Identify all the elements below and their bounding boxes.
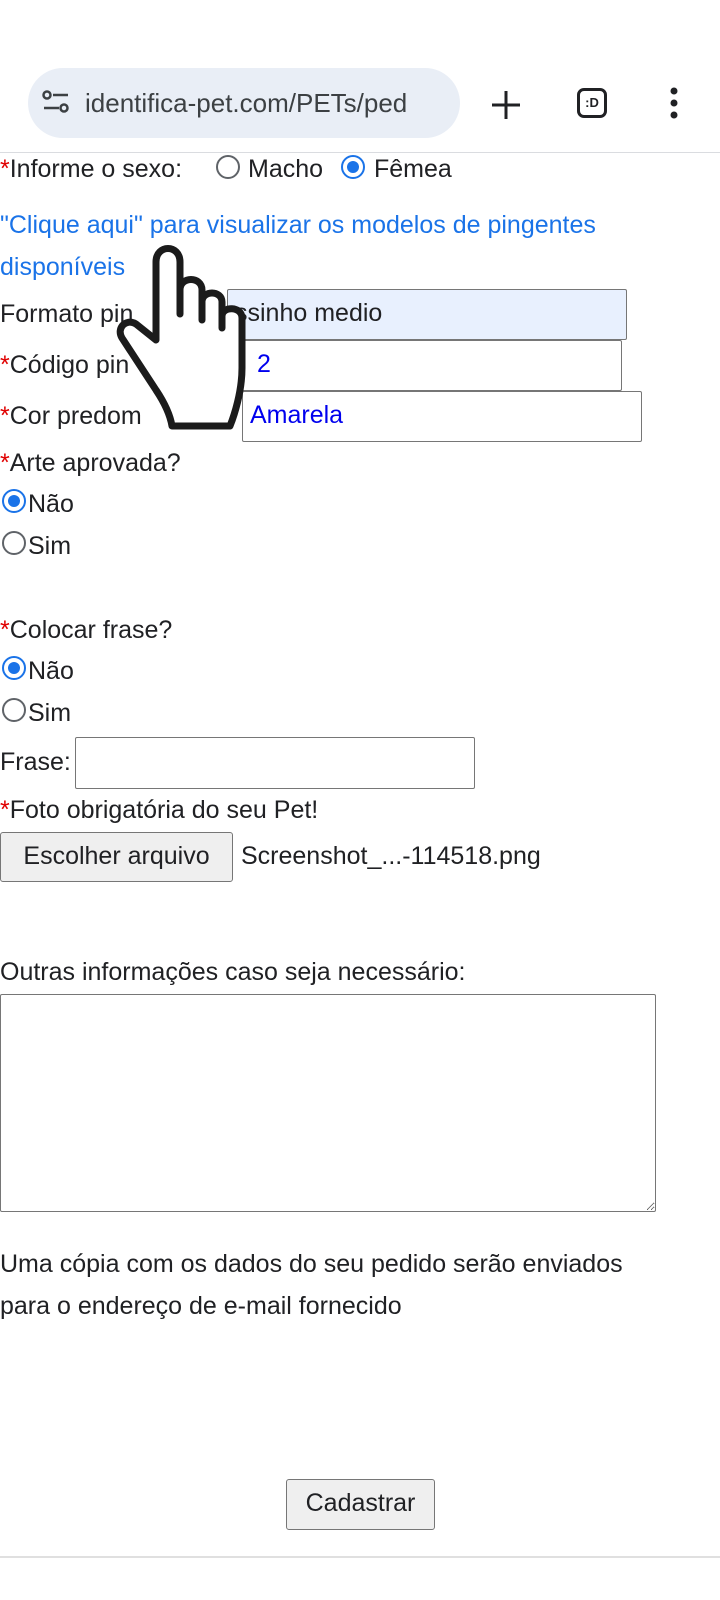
outras-label: Outras informações caso seja necessário: [0,958,466,986]
codigo-label: *Código pin [0,351,130,379]
radio-arte-nao-label[interactable]: Não [28,487,74,521]
radio-frase-sim[interactable] [2,698,26,722]
chosen-filename: Screenshot_...-114518.png [241,842,541,870]
outras-textarea[interactable] [0,994,656,1212]
radio-frase-sim-label[interactable]: Sim [28,696,71,730]
radio-femea[interactable] [341,155,365,179]
pendant-models-link[interactable]: "Clique aqui" para visualizar os modelos… [0,204,596,288]
foto-label: *Foto obrigatória do seu Pet! [0,796,319,824]
site-settings-icon[interactable] [42,89,70,115]
codigo-field[interactable]: 2 [240,340,622,391]
bottom-divider [0,1556,720,1558]
radio-macho-label[interactable]: Macho [248,152,323,186]
radio-frase-nao-label[interactable]: Não [28,654,74,688]
colocar-frase-label: *Colocar frase? [0,616,173,644]
frase-label: Frase: [0,748,71,776]
new-tab-plus-icon[interactable] [490,89,522,121]
formato-field[interactable]: ssinho medio [227,289,627,340]
radio-frase-nao[interactable] [2,656,26,680]
more-vert-icon[interactable] [668,86,680,120]
radio-arte-sim[interactable] [2,531,26,555]
arte-label: *Arte aprovada? [0,449,181,477]
radio-arte-nao[interactable] [2,489,26,513]
radio-arte-sim-label[interactable]: Sim [28,529,71,563]
choose-file-button[interactable]: Escolher arquivo [0,832,233,882]
frase-input[interactable] [75,737,475,789]
tab-switcher-icon[interactable]: :D [577,88,607,118]
cadastrar-button[interactable]: Cadastrar [286,1479,435,1530]
url-text[interactable]: identifica-pet.com/PETs/ped [85,84,445,122]
email-note: Uma cópia com os dados do seu pedido ser… [0,1250,623,1320]
tab-count: :D [585,95,599,110]
cor-field[interactable]: Amarela [242,391,642,442]
hand-pointer-cursor-icon [116,245,246,430]
sexo-label: *Informe o sexo: [0,155,183,183]
radio-macho[interactable] [216,155,240,179]
radio-femea-label[interactable]: Fêmea [374,152,452,186]
